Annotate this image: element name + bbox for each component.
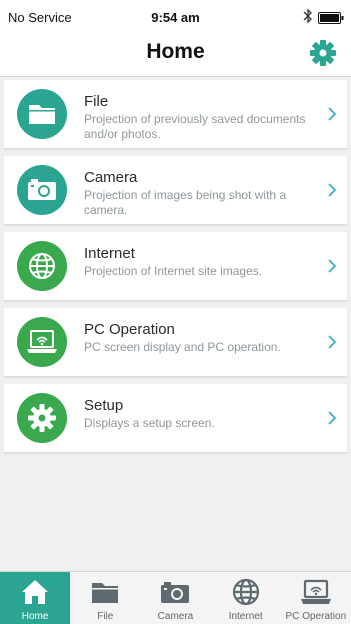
laptop-icon bbox=[300, 579, 331, 604]
bluetooth-icon bbox=[303, 8, 312, 24]
folder-icon bbox=[92, 583, 119, 603]
globe-icon bbox=[232, 578, 259, 606]
tab-home[interactable]: Home bbox=[0, 572, 71, 624]
status-bar: No Service 9:54 am bbox=[0, 0, 351, 32]
tab-label: PC Operation bbox=[285, 611, 347, 622]
globe-icon bbox=[17, 241, 67, 291]
tab-camera[interactable]: Camera bbox=[140, 572, 210, 624]
menu-list: File Projection of previously saved docu… bbox=[4, 80, 347, 460]
tab-internet[interactable]: Internet bbox=[211, 572, 281, 624]
chevron-right-icon bbox=[328, 411, 337, 425]
camera-icon bbox=[161, 582, 190, 603]
tab-label: Camera bbox=[157, 611, 194, 622]
menu-item-camera[interactable]: Camera Projection of images being shot w… bbox=[4, 156, 347, 225]
status-time: 9:54 am bbox=[151, 10, 200, 25]
menu-item-title: Setup bbox=[84, 397, 124, 414]
menu-item-description: Displays a setup screen. bbox=[84, 416, 215, 430]
gear-icon bbox=[17, 393, 67, 443]
laptop-icon bbox=[17, 317, 67, 367]
chevron-right-icon bbox=[328, 107, 337, 121]
gear-icon[interactable] bbox=[309, 39, 337, 67]
tab-file[interactable]: File bbox=[70, 572, 140, 624]
chevron-right-icon bbox=[328, 335, 337, 349]
tab-pc-operation[interactable]: PC Operation bbox=[281, 572, 351, 624]
menu-item-title: Internet bbox=[84, 245, 135, 262]
tab-label: Home bbox=[21, 611, 49, 622]
menu-item-setup[interactable]: Setup Displays a setup screen. bbox=[4, 384, 347, 453]
tab-label: Internet bbox=[228, 611, 263, 622]
battery-icon bbox=[318, 12, 344, 24]
menu-item-description: Projection of Internet site images. bbox=[84, 264, 263, 278]
menu-item-description: Projection of previously saved documents… bbox=[84, 112, 306, 141]
menu-item-internet[interactable]: Internet Projection of Internet site ima… bbox=[4, 232, 347, 301]
menu-item-pc-operation[interactable]: PC Operation PC screen display and PC op… bbox=[4, 308, 347, 377]
tab-label: File bbox=[97, 611, 114, 622]
chevron-right-icon bbox=[328, 183, 337, 197]
home-icon bbox=[22, 580, 49, 604]
tab-bar: Home File Camera Internet PC Operation bbox=[0, 571, 351, 624]
menu-item-title: File bbox=[84, 93, 109, 110]
home-screen: No Service 9:54 am Home File Projection … bbox=[0, 0, 351, 624]
folder-icon bbox=[17, 89, 67, 139]
page-title: Home bbox=[146, 40, 205, 63]
menu-item-title: PC Operation bbox=[84, 321, 175, 338]
menu-item-description: PC screen display and PC operation. bbox=[84, 340, 281, 354]
navigation-bar: Home bbox=[0, 32, 351, 77]
camera-icon bbox=[17, 165, 67, 215]
menu-item-file[interactable]: File Projection of previously saved docu… bbox=[4, 80, 347, 149]
menu-item-description: Projection of images being shot with a c… bbox=[84, 188, 287, 217]
chevron-right-icon bbox=[328, 259, 337, 273]
menu-item-title: Camera bbox=[84, 169, 138, 186]
